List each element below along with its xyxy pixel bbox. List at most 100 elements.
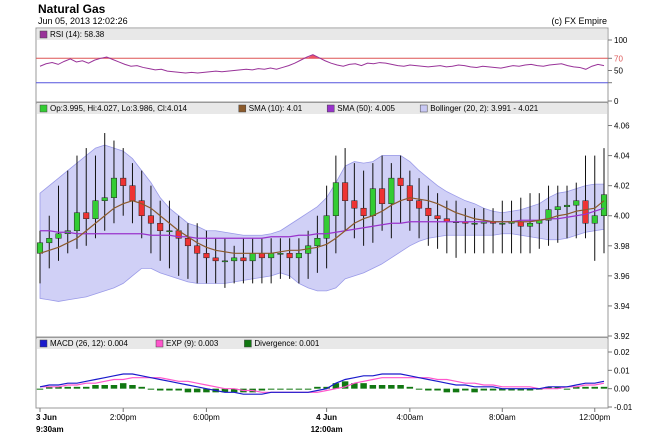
- divergence-bar: [369, 385, 377, 389]
- candle-body: [92, 200, 99, 219]
- candle-body: [258, 253, 265, 259]
- divergence-bar: [591, 386, 598, 389]
- macd-legend-item: Divergence: 0.001: [254, 339, 319, 348]
- divergence-bar: [92, 385, 99, 389]
- candle-body: [434, 215, 441, 219]
- candle-body: [166, 230, 173, 233]
- divergence-bar: [73, 386, 81, 389]
- price-ytick-label: 4.04: [614, 152, 630, 161]
- candle-body: [416, 200, 423, 209]
- x-tick-label: 3 Jun: [36, 413, 57, 422]
- divergence-bar: [360, 383, 367, 389]
- divergence-bar: [64, 386, 71, 389]
- rsi-ytick-label: 70: [614, 54, 623, 63]
- price-legend-swatch: [326, 104, 335, 113]
- macd-ytick-label: -0.01: [614, 403, 633, 412]
- candle-body: [600, 194, 608, 216]
- candle-body: [55, 233, 62, 239]
- macd-legend-item: MACD (26, 12): 0.004: [50, 339, 128, 348]
- candle-body: [194, 245, 201, 254]
- candle-body: [36, 242, 44, 254]
- divergence-bar: [415, 388, 423, 390]
- x-tick-label: 12:00pm: [579, 413, 610, 422]
- divergence-bar: [582, 386, 589, 389]
- price-ytick-label: 4.02: [614, 182, 630, 191]
- candle-body: [110, 177, 117, 198]
- divergence-bar: [600, 386, 608, 389]
- macd-legend-swatch: [155, 339, 164, 348]
- divergence-bar: [175, 388, 182, 391]
- x-tick-label: 6:00pm: [193, 413, 220, 422]
- divergence-bar: [184, 388, 192, 393]
- divergence-bar: [277, 388, 284, 390]
- candle-body: [342, 182, 349, 201]
- x-tick-label: 2:00pm: [110, 413, 137, 422]
- price-ytick-label: 4.06: [614, 122, 630, 131]
- candle-body: [388, 177, 395, 204]
- candle-body: [351, 200, 358, 209]
- candle-body: [323, 215, 330, 239]
- candle-body: [295, 253, 302, 259]
- divergence-bar: [156, 388, 164, 391]
- rsi-legend-swatch: [39, 30, 48, 39]
- divergence-bar: [489, 388, 497, 391]
- divergence-bar: [295, 388, 303, 390]
- divergence-bar: [147, 388, 155, 390]
- candle-body: [314, 238, 321, 247]
- candle-body: [184, 238, 191, 247]
- divergence-bar: [129, 385, 136, 389]
- candle-body: [120, 177, 127, 186]
- candle-body: [573, 200, 580, 206]
- divergence-bar: [82, 386, 90, 389]
- price-legend-swatch: [419, 104, 428, 113]
- candle-body: [101, 197, 108, 201]
- candle-body: [554, 206, 561, 210]
- divergence-bar: [406, 386, 414, 389]
- price-legend-item: Bollinger (20, 2): 3.991 - 4.021: [430, 104, 539, 113]
- candle-body: [83, 212, 90, 219]
- chart-canvas: RSI (14): 58.38 Op:3.995, Hi:4.027, Lo:3.…: [35, 27, 633, 434]
- candle-body: [369, 188, 376, 216]
- candle-body: [332, 182, 339, 216]
- divergence-bar: [462, 388, 469, 391]
- candle-body: [471, 222, 478, 225]
- macd-legend-item: EXP (9): 0.003: [166, 339, 219, 348]
- candle-body: [73, 212, 81, 232]
- divergence-bar: [378, 385, 386, 389]
- candle-body: [157, 222, 164, 232]
- macd-ytick-label: 0.01: [614, 366, 630, 375]
- macd-ytick-label: 0.00: [614, 385, 630, 394]
- x-tick-label: 4:00am: [396, 413, 423, 422]
- divergence-bar: [119, 383, 127, 389]
- divergence-bar: [452, 388, 460, 393]
- candle-body: [360, 207, 367, 216]
- candle-body: [582, 200, 589, 224]
- candle-body: [249, 253, 256, 262]
- price-legend-item: Op:3.995, Hi:4.027, Lo:3.986, Cl:4.014: [50, 104, 188, 113]
- candle-body: [379, 188, 386, 204]
- price-legend-item: SMA (10): 4.01: [249, 104, 303, 113]
- rsi-legend-item: RSI (14): 58.38: [50, 30, 105, 39]
- rsi-ytick-label: 100: [614, 36, 628, 45]
- x-tick-sublabel: 9:30am: [36, 425, 64, 434]
- candle-body: [499, 222, 506, 225]
- candle-body: [129, 185, 136, 201]
- candle-body: [212, 257, 219, 262]
- price-ytick-label: 4.00: [614, 212, 630, 221]
- rsi-legend-bg: [37, 29, 607, 40]
- macd-legend-swatch: [39, 339, 48, 348]
- candle-body: [527, 222, 534, 227]
- candle-body: [46, 238, 53, 244]
- candle-body: [425, 207, 432, 216]
- price-legend-item: SMA (50): 4.005: [337, 104, 395, 113]
- price-ytick-label: 3.94: [614, 302, 630, 311]
- price-legend-swatch: [39, 104, 48, 113]
- divergence-bar: [36, 388, 44, 390]
- divergence-bar: [471, 388, 478, 393]
- price-legend-swatch: [238, 104, 247, 113]
- divergence-bar: [563, 388, 571, 390]
- macd-ytick-label: 0.02: [614, 348, 630, 357]
- price-ytick-label: 3.92: [614, 332, 630, 341]
- divergence-bar: [166, 388, 173, 391]
- candle-body: [268, 253, 275, 259]
